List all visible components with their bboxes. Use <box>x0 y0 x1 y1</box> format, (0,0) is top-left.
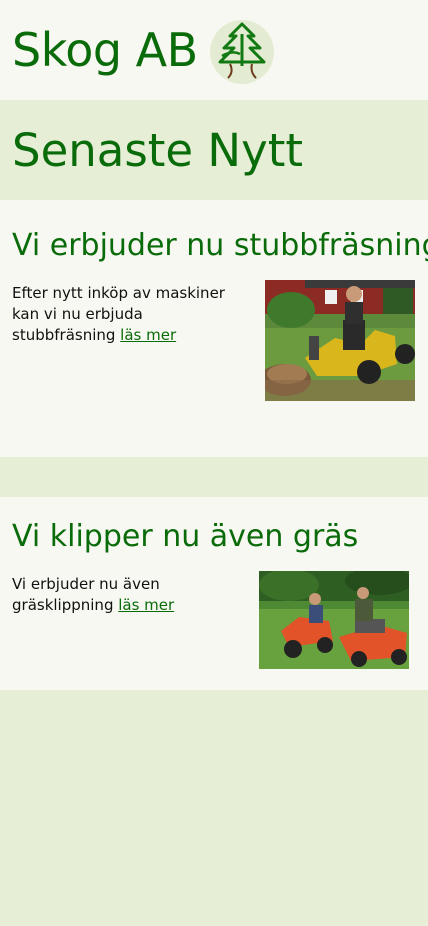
page-title: Senaste Nytt <box>12 123 304 177</box>
news-article-stump-grinding: Vi erbjuder nu stubbfräsning Efter nytt … <box>0 200 428 457</box>
article-title: Vi erbjuder nu stubbfräsning <box>12 228 428 263</box>
read-more-link[interactable]: läs mer <box>120 326 176 344</box>
site-header: Skog AB <box>0 0 428 100</box>
article-text: Vi erbjuder nu även gräsklippning läs me… <box>12 574 182 616</box>
read-more-link[interactable]: läs mer <box>118 596 174 614</box>
page-title-band: Senaste Nytt <box>0 100 428 200</box>
article-body: Vi erbjuder nu även gräsklippning läs me… <box>12 571 415 669</box>
page-background <box>0 690 428 926</box>
tree-logo-icon[interactable] <box>209 20 274 84</box>
lawn-mower-photo <box>259 571 409 669</box>
article-body: Efter nytt inköp av maskiner kan vi nu e… <box>12 280 415 401</box>
stump-grinder-photo <box>265 280 415 401</box>
article-title: Vi klipper nu även gräs <box>12 519 359 554</box>
article-text: Efter nytt inköp av maskiner kan vi nu e… <box>12 283 227 346</box>
news-article-grass-cutting: Vi klipper nu även gräs Vi erbjuder nu ä… <box>0 497 428 690</box>
article-separator <box>0 457 428 497</box>
article-summary: Efter nytt inköp av maskiner kan vi nu e… <box>12 284 225 344</box>
site-title[interactable]: Skog AB <box>12 27 198 73</box>
